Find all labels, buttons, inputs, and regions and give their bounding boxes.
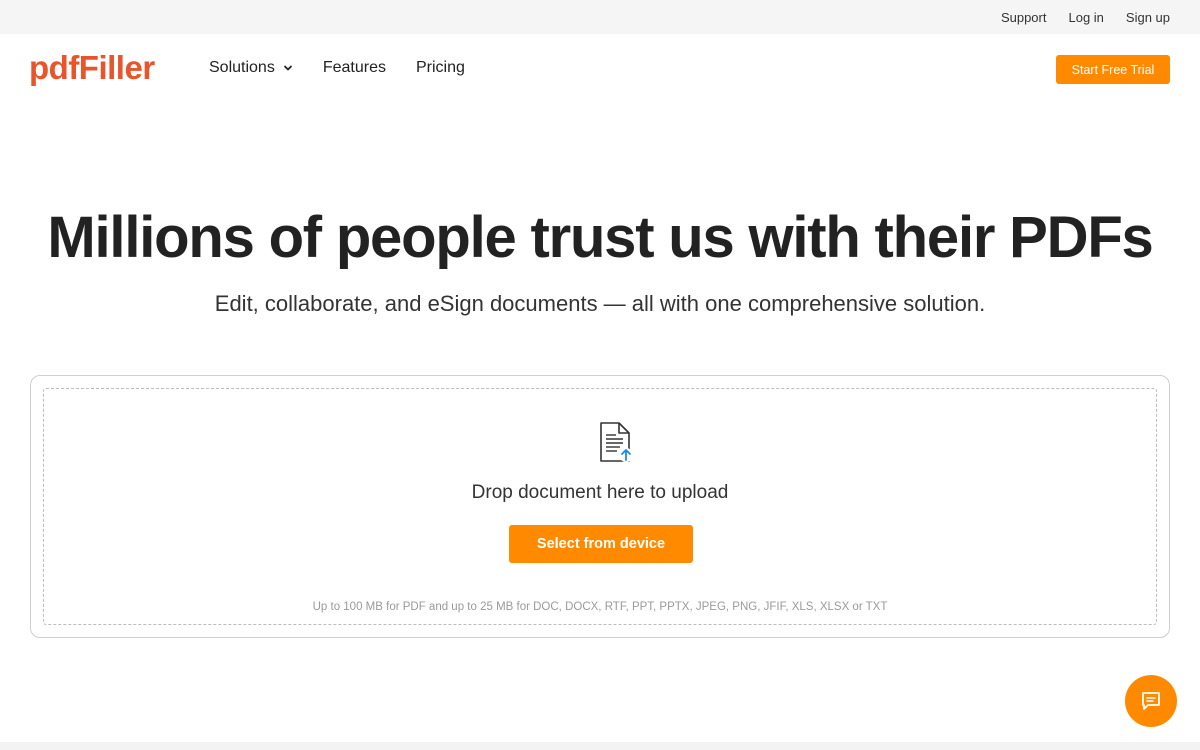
main-nav: Solutions Features Pricing xyxy=(209,59,465,77)
start-free-trial-button[interactable]: Start Free Trial xyxy=(1056,55,1170,84)
upload-dropzone[interactable]: Drop document here to upload Select from… xyxy=(43,388,1157,625)
drop-instructions: Drop document here to upload xyxy=(471,482,729,503)
select-from-device-button[interactable]: Select from device xyxy=(509,525,693,563)
page-bottom-strip xyxy=(0,742,1200,750)
file-size-limits: Up to 100 MB for PDF and up to 25 MB for… xyxy=(312,601,888,613)
hero-title: Millions of people trust us with their P… xyxy=(47,205,1153,270)
nav-item-label: Features xyxy=(322,59,386,76)
chat-button[interactable] xyxy=(1125,675,1177,727)
hero-subtitle: Edit, collaborate, and eSign documents —… xyxy=(214,291,986,316)
top-utility-bar: Support Log in Sign up xyxy=(0,0,1200,34)
chat-icon xyxy=(1142,692,1160,710)
main-header: pdfFiller Solutions Features Pricing Sta… xyxy=(0,34,1200,104)
login-link[interactable]: Log in xyxy=(1068,10,1103,25)
chevron-down-icon xyxy=(283,65,292,71)
nav-item-pricing[interactable]: Pricing xyxy=(416,59,465,77)
upload-card: Drop document here to upload Select from… xyxy=(30,375,1170,638)
pdffiller-logo[interactable]: pdfFiller xyxy=(29,50,155,86)
document-upload-icon xyxy=(600,422,633,462)
nav-item-label: Solutions xyxy=(209,59,275,76)
nav-item-label: Pricing xyxy=(415,59,465,76)
signup-link[interactable]: Sign up xyxy=(1126,10,1170,25)
support-link[interactable]: Support xyxy=(1001,10,1047,25)
nav-item-features[interactable]: Features xyxy=(323,59,386,77)
nav-item-solutions[interactable]: Solutions xyxy=(209,59,293,77)
